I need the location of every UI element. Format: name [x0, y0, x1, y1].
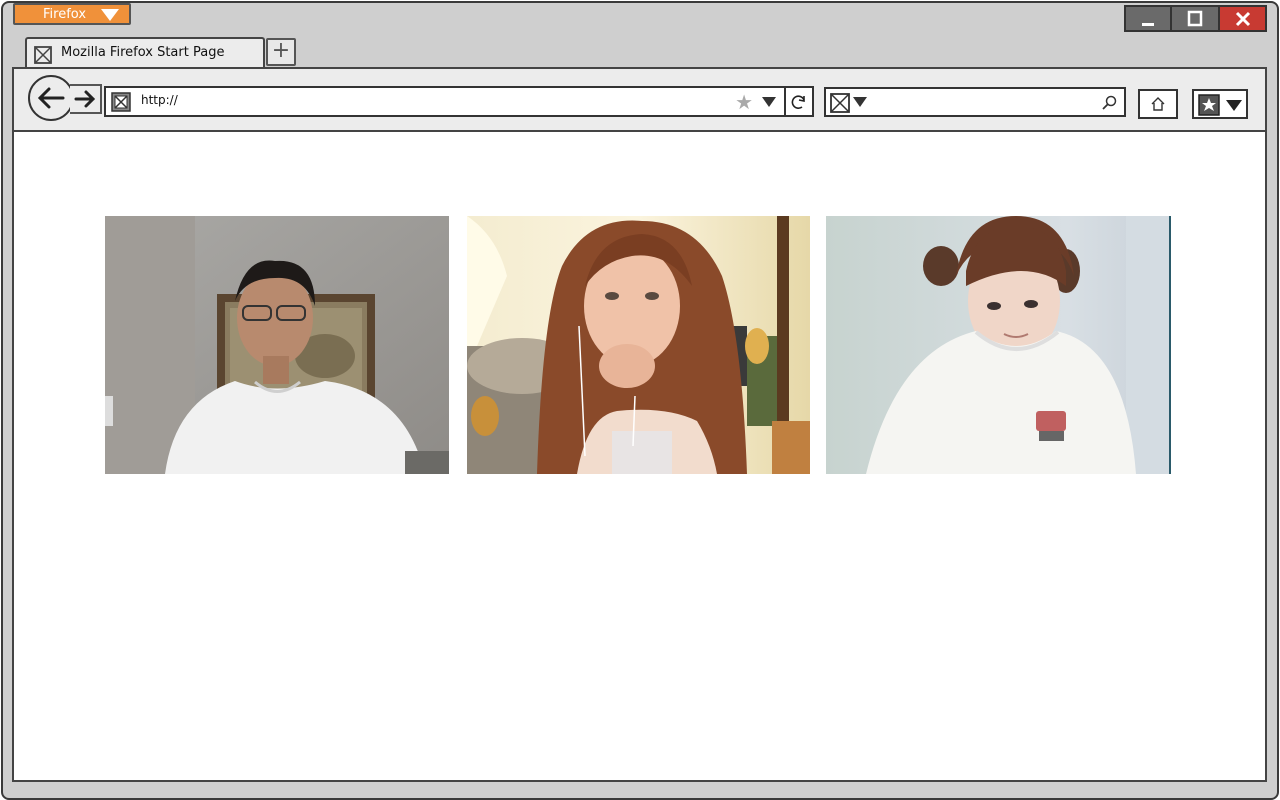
webcam-photo-woman-long-hair — [467, 216, 810, 474]
home-button[interactable] — [1138, 89, 1178, 119]
new-tab-button[interactable]: + — [266, 38, 296, 66]
maximize-icon — [1187, 10, 1203, 26]
minimize-icon — [1142, 22, 1154, 26]
tab-title: Mozilla Firefox Start Page — [61, 45, 225, 60]
address-bar[interactable]: http:// ★ — [104, 86, 786, 117]
minimize-button[interactable] — [1124, 5, 1172, 32]
search-magnifier-icon[interactable] — [1100, 94, 1118, 112]
close-button[interactable] — [1218, 5, 1267, 32]
back-button[interactable] — [28, 75, 74, 121]
home-icon — [1151, 97, 1165, 111]
webcam-photo-woman-pigtails — [826, 216, 1171, 474]
firefox-menu-button[interactable]: Firefox — [13, 3, 131, 25]
forward-arrow-icon — [74, 90, 96, 108]
maximize-button[interactable] — [1170, 5, 1220, 32]
firefox-menu-label: Firefox — [43, 7, 87, 22]
url-history-dropdown-icon[interactable] — [762, 97, 776, 107]
reload-icon — [791, 94, 805, 109]
bookmark-star-icon[interactable]: ★ — [735, 90, 753, 114]
forward-button[interactable] — [70, 84, 102, 114]
webcam-photo-man — [105, 216, 449, 474]
placeholder-image-icon — [34, 46, 52, 64]
bookmarks-menu-button[interactable] — [1192, 89, 1248, 119]
search-engine-icon[interactable] — [830, 93, 850, 113]
search-bar[interactable] — [824, 87, 1126, 117]
url-text: http:// — [141, 93, 178, 107]
reload-button[interactable] — [784, 86, 814, 117]
bookmarks-menu-icon — [1198, 94, 1220, 116]
placeholder-image-icon — [111, 92, 131, 112]
chevron-down-icon — [101, 9, 119, 21]
search-engine-dropdown-icon[interactable] — [853, 97, 867, 107]
chevron-down-icon — [1226, 100, 1242, 111]
tab-start-page[interactable]: Mozilla Firefox Start Page — [25, 37, 265, 70]
close-icon — [1235, 11, 1250, 26]
back-arrow-icon — [37, 87, 65, 109]
plus-icon: + — [271, 38, 291, 63]
